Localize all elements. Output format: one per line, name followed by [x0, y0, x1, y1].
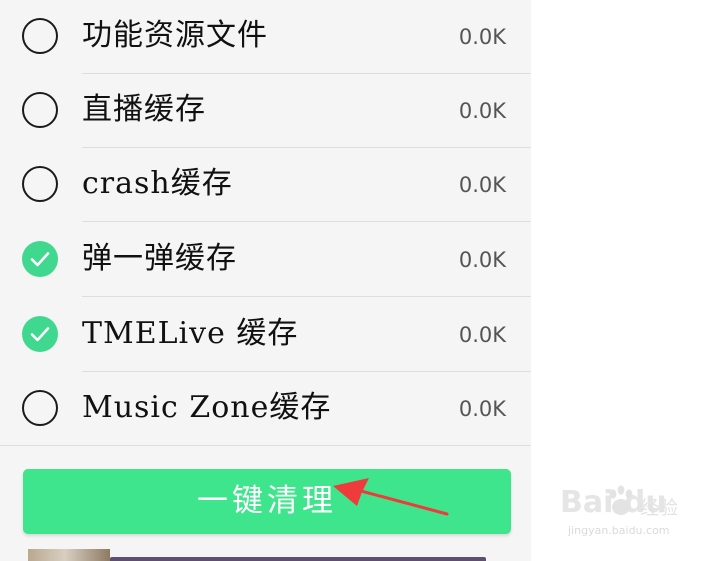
watermark-url: jingyan.baidu.com	[568, 524, 670, 537]
cache-item-size: 0.0K	[458, 173, 506, 197]
cache-item-label: 功能资源文件	[82, 18, 268, 53]
cache-item-crash-cache[interactable]: crash缓存 0.0K	[0, 148, 531, 222]
cache-item-size: 0.0K	[458, 323, 506, 347]
cache-item-size: 0.0K	[458, 25, 506, 49]
row-divider	[0, 445, 531, 446]
thumbnail-image	[28, 549, 110, 561]
checkbox-unchecked[interactable]	[22, 92, 58, 128]
cache-item-size: 0.0K	[458, 248, 506, 272]
cache-item-music-zone-cache[interactable]: Music Zone缓存 0.0K	[0, 372, 531, 446]
checkbox-unchecked[interactable]	[22, 390, 58, 426]
checkbox-checked[interactable]	[22, 316, 58, 352]
cache-panel: 功能资源文件 0.0K 直播缓存 0.0K crash缓存 0.0K 弹一弹缓存…	[0, 0, 531, 561]
cache-item-live-cache[interactable]: 直播缓存 0.0K	[0, 74, 531, 148]
bottom-banner-strip	[110, 557, 486, 561]
cache-item-function-resources[interactable]: 功能资源文件 0.0K	[0, 0, 531, 74]
cache-item-size: 0.0K	[458, 397, 506, 421]
watermark-jingyan-text: 经验	[640, 497, 679, 519]
cache-item-label: 弹一弹缓存	[82, 241, 237, 276]
cache-item-label: Music Zone缓存	[82, 390, 332, 425]
cache-item-label: 直播缓存	[82, 92, 206, 127]
checkmark-icon	[30, 252, 50, 267]
baidu-jingyan-watermark: Bai du 经验 jingyan.baidu.com	[560, 484, 710, 548]
cache-item-tanyitan-cache[interactable]: 弹一弹缓存 0.0K	[0, 223, 531, 297]
checkbox-unchecked[interactable]	[22, 166, 58, 202]
paw-icon	[609, 485, 633, 515]
checkbox-unchecked[interactable]	[22, 18, 58, 54]
row-divider	[82, 221, 531, 222]
cache-item-size: 0.0K	[458, 99, 506, 123]
annotation-arrow-icon	[333, 478, 449, 516]
cache-item-tmelive-cache[interactable]: TMELive 缓存 0.0K	[0, 298, 531, 372]
row-divider	[82, 296, 531, 297]
checkbox-checked[interactable]	[22, 241, 58, 277]
cache-item-label: TMELive 缓存	[82, 316, 299, 351]
cache-item-label: crash缓存	[82, 166, 233, 201]
checkmark-icon	[30, 327, 50, 342]
